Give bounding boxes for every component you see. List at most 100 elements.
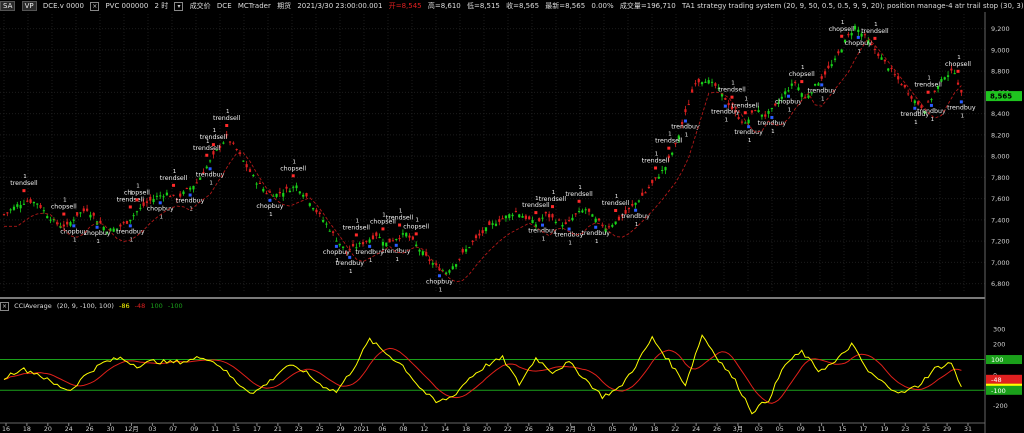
price-chart[interactable]: trendsell1chopsell1chopbuy1chopbuy1trend… [0,0,1024,433]
candle-body [125,220,129,224]
candle-body [381,241,385,246]
signal-marker [550,205,554,209]
date-tick-label: 26 [525,426,533,433]
candle-body [577,210,581,212]
trading-chart-window: SA VP DCE.v 0000 × PVC 000000 2 时 ▾ 成交价 … [0,0,1024,433]
date-tick-label: 29 [943,426,951,433]
signal-marker [348,255,352,259]
candle-body [139,207,142,209]
candle-body [524,215,527,219]
signal-label: chopsell [51,204,77,211]
signal-label: trendbuy [355,249,384,256]
candle-body [754,110,757,112]
candle-body [893,74,896,76]
candle-body [411,236,414,240]
candle-body [644,192,647,194]
signal-marker [158,201,162,205]
candle-body [481,230,484,234]
signal-label: trendbuy [621,213,650,220]
candle-body [391,240,395,242]
candle-body [617,216,621,221]
indicator-close-icon[interactable]: × [0,301,9,311]
candle-body [857,29,860,33]
candle-body [245,164,248,168]
candle-body [697,78,700,83]
candle-body [930,99,933,101]
candle-body [724,97,727,100]
candle-body [39,205,42,208]
signal-count: 1 [542,237,546,243]
signal-count: 1 [136,183,140,189]
candle-body [498,219,501,222]
candle-body [428,259,431,261]
candle-body [501,218,504,220]
candle-body [252,175,255,177]
pane-separator[interactable] [0,297,985,299]
signal-label: trendbuy [116,228,145,235]
date-tick-label: 29 [337,426,345,433]
price-tick-label: 9,000 [991,46,1010,54]
candle-body [850,33,853,36]
candle-body [468,247,471,249]
signal-label: chopsell [280,165,306,172]
signal-count: 1 [725,118,729,124]
signal-marker [62,212,66,216]
signal-marker [22,189,26,193]
date-tick-label: 23 [901,426,909,433]
signal-label: trendsell [718,87,746,94]
signal-count: 1 [209,180,213,186]
candle-body [910,96,913,99]
signal-label: trendbuy [555,232,584,239]
signal-label: trendbuy [176,198,205,205]
candle-body [86,208,89,211]
candle-body [275,193,278,197]
candle-body [112,228,115,232]
candle-body [561,224,564,227]
signal-marker [205,153,209,157]
candle-body [710,81,714,83]
signal-count: 1 [552,190,556,196]
signal-label: trendsell [386,215,414,222]
signal-count: 1 [668,132,672,138]
candle-body [248,169,252,172]
candle-body [900,84,903,86]
candle-body [448,270,451,273]
candle-body [189,187,192,190]
candle-body [684,109,687,113]
candle-body [897,76,900,80]
candle-body [315,209,318,213]
candle-body [152,198,155,203]
signal-count: 1 [745,96,749,102]
signal-marker [959,100,963,104]
price-tick-label: 7,000 [991,259,1010,267]
date-tick-label: 22 [671,426,679,433]
candle-body [671,152,674,155]
indicator-value-upper: 100 [150,302,163,310]
signal-label: trendsell [642,158,670,165]
candle-body [371,235,375,239]
candle-body [12,206,16,210]
candle-body [42,210,45,212]
candle-body [454,264,458,267]
candle-body [823,71,827,75]
signal-label: chopbuy [323,249,350,256]
candle-body [368,239,371,243]
signal-count: 1 [771,129,775,135]
candle-body [541,217,544,219]
price-tick-label: 7,200 [991,238,1010,246]
candle-body [568,220,571,222]
candle-body [737,117,740,119]
signal-marker [800,80,804,84]
candle-body [192,185,195,190]
date-tick-label: 23 [295,426,303,433]
candle-body [461,249,464,253]
candle-body [531,219,534,224]
signal-marker [534,211,538,215]
candle-body [631,203,634,206]
date-tick-label: 11 [818,426,826,433]
candle-body [687,104,690,106]
candle-body [787,90,790,92]
candle-body [597,218,601,221]
date-tick-label: 28 [546,426,554,433]
candle-body [830,64,833,67]
